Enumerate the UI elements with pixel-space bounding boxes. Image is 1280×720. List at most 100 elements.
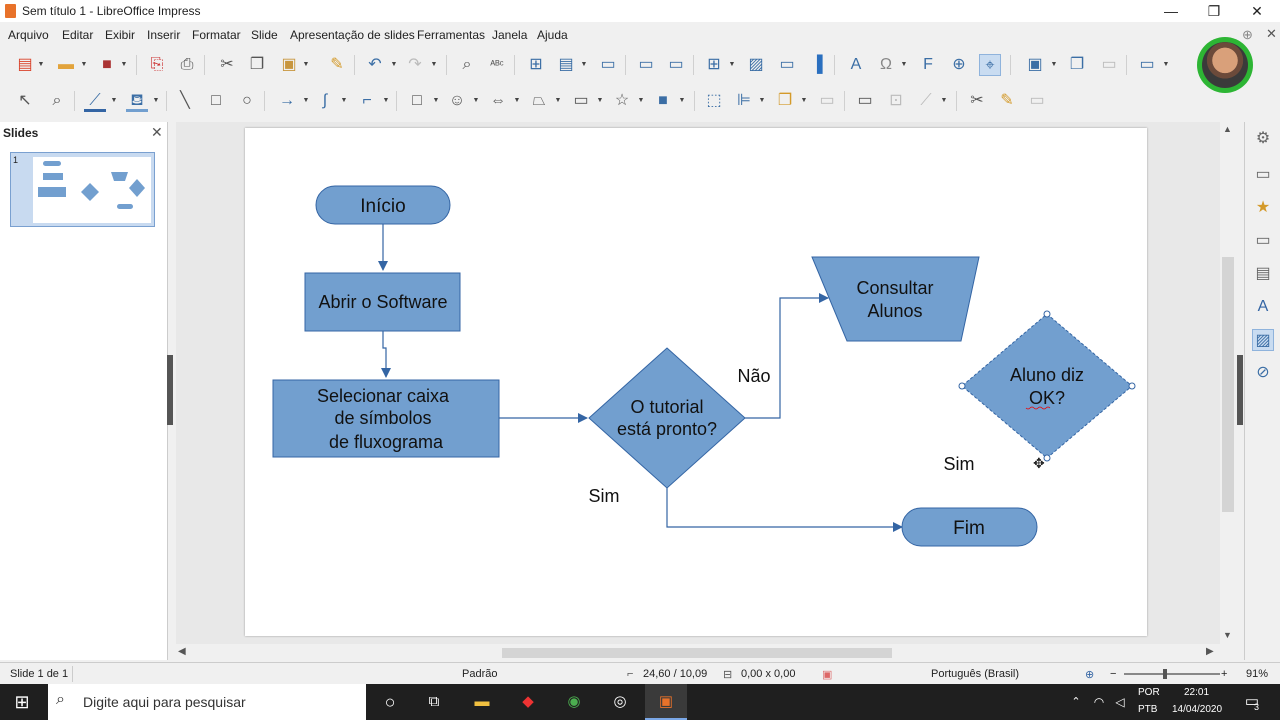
select-arrow-icon[interactable]: ↖ (14, 90, 36, 112)
delete-slide-icon[interactable]: ▭ (1098, 54, 1120, 76)
symbol-shapes-icon[interactable]: ☺ (446, 90, 468, 112)
zoom-in-icon[interactable]: + (1221, 668, 1227, 680)
keyboard-layout[interactable]: PTB (1138, 704, 1157, 715)
zoom-icon[interactable]: ⌕ (46, 90, 68, 112)
acrobat-icon[interactable]: ◆ (516, 690, 540, 714)
chevron-down-icon[interactable]: ▼ (430, 54, 438, 76)
input-language[interactable]: POR (1138, 687, 1160, 698)
paste-icon[interactable]: ▣ (278, 54, 300, 76)
chevron-down-icon[interactable]: ▼ (1050, 54, 1058, 76)
redo-icon[interactable]: ↷ (404, 54, 426, 76)
align-objects-icon[interactable]: ⊫ (733, 90, 755, 112)
sidebar-collapse-handle[interactable] (1237, 355, 1243, 425)
distribute-icon[interactable]: ▭ (816, 90, 838, 112)
gallery-icon[interactable]: ▨ (1252, 329, 1274, 351)
tutorial-decision[interactable] (588, 347, 746, 489)
chevron-down-icon[interactable]: ▼ (1162, 54, 1170, 76)
start-current-slide-icon[interactable]: ▭ (665, 54, 687, 76)
clock-time[interactable]: 22:01 (1184, 687, 1209, 698)
ellipse-tool-icon[interactable]: ○ (236, 90, 258, 112)
slide-thumbnail[interactable]: 1 (10, 152, 155, 227)
yes-label[interactable]: Sim (589, 486, 620, 506)
master-layout[interactable]: Padrão (462, 668, 497, 680)
navigator-icon[interactable]: ⊘ (1252, 362, 1274, 384)
zoom-level[interactable]: 91% (1246, 668, 1268, 680)
chevron-down-icon[interactable]: ▼ (302, 54, 310, 76)
student-ok-decision[interactable] (961, 313, 1133, 459)
fontwork-style-icon[interactable]: A (1252, 296, 1274, 318)
hyperlink-icon[interactable]: ⊕ (948, 54, 970, 76)
selection-handle[interactable] (1043, 310, 1051, 318)
chevron-down-icon[interactable]: ▼ (80, 54, 88, 76)
chevron-down-icon[interactable]: ▼ (800, 90, 808, 112)
star-shapes-icon[interactable]: ☆ (611, 90, 633, 112)
menu-inserir[interactable]: Inserir (147, 28, 180, 42)
chevron-down-icon[interactable]: ▼ (110, 90, 118, 112)
chevron-down-icon[interactable]: ▼ (37, 54, 45, 76)
pane-collapse-handle[interactable] (167, 355, 173, 425)
minimize-button[interactable]: — (1148, 1, 1194, 21)
zoom-slider-thumb[interactable] (1163, 669, 1167, 679)
text-box-icon[interactable]: A (845, 54, 867, 76)
scroll-right-icon[interactable]: ▶ (1206, 646, 1214, 657)
scroll-left-icon[interactable]: ◀ (178, 646, 186, 657)
shadow-icon[interactable]: ▭ (854, 90, 876, 112)
slide-transition-icon[interactable]: ▭ (1252, 164, 1274, 186)
volume-icon[interactable]: ◁ (1108, 690, 1132, 714)
export-pdf-icon[interactable]: ⎘ (146, 54, 168, 76)
duplicate-slide-icon[interactable]: ❐ (1066, 54, 1088, 76)
connector-decision-consult[interactable] (745, 293, 829, 419)
arrow-lines-icon[interactable]: → (276, 90, 298, 112)
slide[interactable]: Início Abrir o Software Selecionar caixa… (245, 128, 1147, 636)
chevron-down-icon[interactable]: ▼ (432, 90, 440, 112)
display-views-icon[interactable]: ▤ (555, 54, 577, 76)
chevron-down-icon[interactable]: ▼ (678, 90, 686, 112)
cut-icon[interactable]: ✂ (216, 54, 238, 76)
crop-icon[interactable]: ⊡ (885, 90, 907, 112)
impress-taskbar-button[interactable]: ▣ (645, 684, 687, 720)
menu-ferramentas[interactable]: Ferramentas (417, 28, 485, 42)
task-view-icon[interactable]: ⧉ (422, 690, 446, 714)
horizontal-scroll-thumb[interactable] (502, 648, 892, 658)
close-pane-icon[interactable]: ✕ (151, 124, 163, 141)
styles-icon[interactable]: ▤ (1252, 263, 1274, 285)
chevron-down-icon[interactable]: ▼ (940, 90, 948, 112)
chrome-icon[interactable]: ◉ (562, 690, 586, 714)
menu-editar[interactable]: Editar (62, 28, 93, 42)
consult-manual-operation[interactable] (811, 256, 980, 342)
transformations-icon[interactable]: ✂ (966, 90, 988, 112)
fit-slide-icon[interactable]: ⊕ (1085, 668, 1094, 681)
slide-layout-icon[interactable]: ▭ (1136, 54, 1158, 76)
line-color-icon[interactable]: ⟋ (84, 90, 106, 112)
print-icon[interactable]: ⎙ (176, 54, 198, 76)
selection-handle[interactable] (1128, 382, 1136, 390)
chevron-down-icon[interactable]: ▼ (472, 90, 480, 112)
menu-janela[interactable]: Janela (492, 28, 527, 42)
chevron-down-icon[interactable]: ▼ (637, 90, 645, 112)
undo-icon[interactable]: ↶ (364, 54, 386, 76)
properties-icon[interactable]: ⚙ (1252, 128, 1274, 150)
close-document-icon[interactable]: ✕ (1266, 26, 1277, 42)
chevron-down-icon[interactable]: ▼ (580, 54, 588, 76)
master-slides-icon[interactable]: ▭ (1252, 230, 1274, 252)
basic-shapes-icon[interactable]: □ (406, 90, 428, 112)
start-first-slide-icon[interactable]: ▭ (635, 54, 657, 76)
connector-open-select[interactable] (381, 331, 391, 378)
restore-button[interactable]: ❐ (1191, 1, 1237, 21)
table-icon[interactable]: ⊞ (703, 54, 725, 76)
animation-icon[interactable]: ★ (1252, 197, 1274, 219)
new-slide-icon[interactable]: ▣ (1024, 54, 1046, 76)
rectangle-tool-icon[interactable]: □ (205, 90, 227, 112)
spelling-icon[interactable]: ᴬᴮᶜ (486, 54, 508, 76)
clone-formatting-icon[interactable]: ✎ (326, 54, 348, 76)
selection-handle[interactable] (958, 382, 966, 390)
notifications-icon[interactable]: ▭ (1240, 690, 1264, 714)
connector-tool-icon[interactable]: ⌐ (356, 90, 378, 112)
menu-exibir[interactable]: Exibir (105, 28, 135, 42)
3d-objects-icon[interactable]: ■ (652, 90, 674, 112)
clock-date[interactable]: 14/04/2020 (1172, 704, 1222, 715)
taskbar-search[interactable]: ⌕ Digite aqui para pesquisar (48, 684, 366, 720)
cortana-icon[interactable]: ○ (378, 690, 402, 714)
menu-formatar[interactable]: Formatar (192, 28, 241, 42)
no-label[interactable]: Não (737, 366, 770, 386)
